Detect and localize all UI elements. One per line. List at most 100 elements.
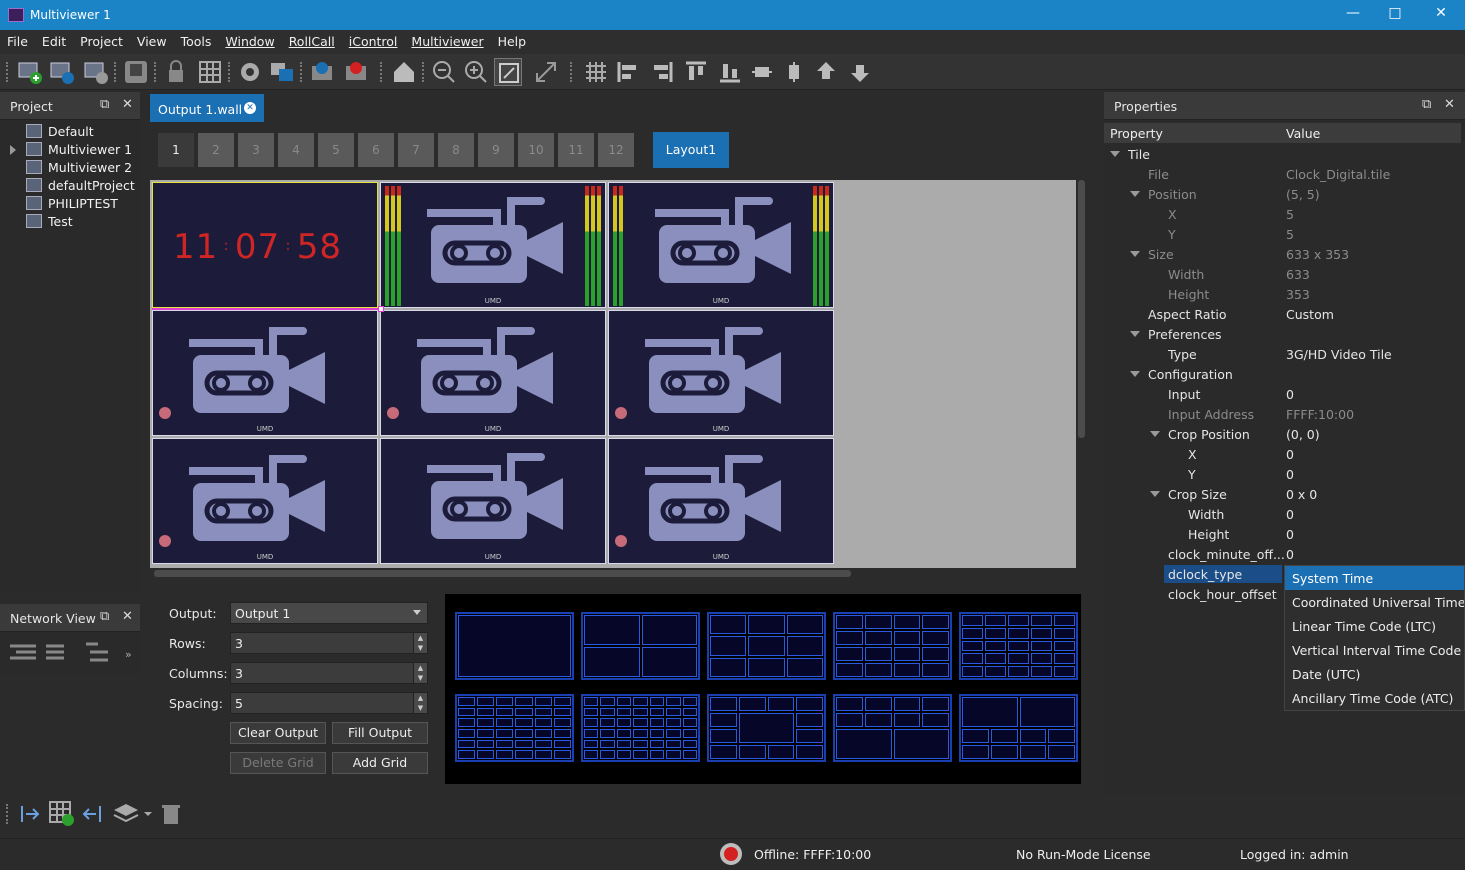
prop-value[interactable]: 0 bbox=[1286, 447, 1294, 467]
page-button-11[interactable]: 11 bbox=[558, 133, 594, 167]
toolbar-grip[interactable] bbox=[6, 804, 10, 824]
send-backward-icon[interactable] bbox=[846, 58, 874, 86]
clock-tile[interactable]: 11 : 07 : 58 bbox=[152, 182, 378, 308]
expand-tree-icon[interactable] bbox=[10, 644, 36, 660]
collapse-arrow-icon[interactable] bbox=[1130, 371, 1140, 377]
prop-row[interactable]: Width bbox=[1188, 507, 1224, 527]
prop-row[interactable]: Configuration bbox=[1148, 367, 1233, 387]
prop-row[interactable]: Width bbox=[1168, 267, 1204, 287]
page-button-9[interactable]: 9 bbox=[478, 133, 514, 167]
align-top-icon[interactable] bbox=[682, 58, 710, 86]
bring-forward-icon[interactable] bbox=[812, 58, 840, 86]
clock-type-option[interactable]: Coordinated Universal Time (U bbox=[1285, 590, 1464, 614]
menu-multiviewer[interactable]: Multiviewer bbox=[404, 30, 490, 49]
columns-spinbox[interactable]: 3 ▲ ▼ bbox=[230, 662, 428, 684]
gear-icon[interactable] bbox=[236, 58, 264, 86]
prop-row[interactable]: Input Address bbox=[1168, 407, 1254, 427]
preset-1x1[interactable] bbox=[455, 612, 574, 680]
center-vertical-icon[interactable] bbox=[780, 58, 808, 86]
menu-project[interactable]: Project bbox=[73, 30, 130, 49]
menu-icontrol[interactable]: iControl bbox=[342, 30, 405, 49]
project-item[interactable]: defaultProject bbox=[26, 178, 135, 196]
prop-row[interactable]: Crop Position bbox=[1168, 427, 1250, 447]
expand-arrow-icon[interactable] bbox=[10, 145, 16, 155]
page-button-5[interactable]: 5 bbox=[318, 133, 354, 167]
prop-row[interactable]: Preferences bbox=[1148, 327, 1222, 347]
resize-handle[interactable] bbox=[378, 306, 384, 312]
toolbar-grip[interactable] bbox=[228, 62, 232, 82]
prop-row[interactable]: Height bbox=[1168, 287, 1209, 307]
trash-icon[interactable] bbox=[160, 802, 182, 826]
video-wall-canvas[interactable]: 11 : 07 : 58 UMD UMD UMD UMD UMD UMD UMD… bbox=[150, 180, 1076, 568]
project-item[interactable]: PHILIPTEST bbox=[26, 196, 118, 214]
prop-value[interactable]: 0 bbox=[1286, 527, 1294, 547]
maximize-button[interactable]: □ bbox=[1380, 5, 1410, 25]
tab-output-wall[interactable]: Output 1.wall ✕ bbox=[150, 94, 264, 122]
close-panel-icon[interactable]: ✕ bbox=[122, 97, 133, 112]
menu-rollcall[interactable]: RollCall bbox=[282, 30, 342, 49]
prop-row[interactable]: clock_hour_offset bbox=[1168, 587, 1277, 607]
prop-row[interactable]: Input bbox=[1168, 387, 1200, 407]
prop-value[interactable]: Custom bbox=[1286, 307, 1334, 327]
layout-button[interactable]: Layout1 bbox=[653, 132, 729, 168]
lock-icon[interactable] bbox=[162, 58, 190, 86]
prop-row[interactable]: Height bbox=[1188, 527, 1229, 547]
prop-value[interactable]: 0 x 0 bbox=[1286, 487, 1317, 507]
page-button-3[interactable]: 3 bbox=[238, 133, 274, 167]
align-right-icon[interactable] bbox=[648, 58, 676, 86]
close-window-button[interactable]: ✕ bbox=[1426, 5, 1456, 25]
prop-row[interactable]: Crop Size bbox=[1168, 487, 1227, 507]
rows-spinbox[interactable]: 3 ▲ ▼ bbox=[230, 632, 428, 654]
toolbar-grip[interactable] bbox=[154, 62, 158, 82]
collapse-arrow-icon[interactable] bbox=[1130, 191, 1140, 197]
project-item[interactable]: Multiviewer 2 bbox=[26, 160, 132, 178]
minimize-button[interactable]: — bbox=[1338, 5, 1368, 25]
preset-center-large[interactable] bbox=[707, 694, 826, 762]
prop-row[interactable]: Y bbox=[1168, 227, 1176, 247]
prop-row[interactable]: Tile bbox=[1128, 147, 1150, 167]
collapse-arrow-icon[interactable] bbox=[1150, 491, 1160, 497]
video-tile[interactable]: UMD bbox=[380, 438, 606, 564]
menu-help[interactable]: Help bbox=[491, 30, 534, 49]
prop-row[interactable]: Y bbox=[1188, 467, 1196, 487]
home-icon[interactable] bbox=[390, 58, 418, 86]
tree-view-icon[interactable] bbox=[86, 642, 108, 662]
grid-icon[interactable] bbox=[196, 58, 224, 86]
spin-arrows-icon[interactable]: ▲ ▼ bbox=[413, 633, 427, 653]
align-bottom-icon[interactable] bbox=[716, 58, 744, 86]
prop-value[interactable]: 0 bbox=[1286, 387, 1294, 407]
preset-6x6[interactable] bbox=[455, 694, 574, 762]
prop-value[interactable]: (0, 0) bbox=[1286, 427, 1320, 447]
prop-row[interactable]: X bbox=[1168, 207, 1177, 227]
spacing-spinbox[interactable]: 5 ▲ ▼ bbox=[230, 692, 428, 714]
project-item[interactable]: Test bbox=[26, 214, 73, 232]
layers-dropdown-icon[interactable] bbox=[112, 802, 152, 826]
video-tile[interactable]: UMD bbox=[152, 438, 378, 564]
clock-type-option[interactable]: Vertical Interval Time Code (V bbox=[1285, 638, 1464, 662]
preset-5x5[interactable] bbox=[959, 612, 1078, 680]
upload-icon[interactable] bbox=[342, 58, 370, 86]
float-panel-icon[interactable]: ⧉ bbox=[100, 97, 109, 112]
clock-type-option[interactable]: System Time bbox=[1285, 566, 1464, 590]
fill-output-button[interactable]: Fill Output bbox=[332, 722, 428, 744]
menu-edit[interactable]: Edit bbox=[35, 30, 73, 49]
expand-icon[interactable] bbox=[532, 58, 560, 86]
prop-row[interactable]: Position bbox=[1148, 187, 1197, 207]
prop-row[interactable]: Type bbox=[1168, 347, 1197, 367]
clock-type-option[interactable]: Date (UTC) bbox=[1285, 662, 1464, 686]
clock-type-option[interactable]: Linear Time Code (LTC) bbox=[1285, 614, 1464, 638]
video-tile[interactable]: UMD bbox=[608, 182, 834, 308]
menu-window[interactable]: Window bbox=[218, 30, 281, 49]
project-item[interactable]: Default bbox=[26, 124, 94, 142]
page-button-4[interactable]: 4 bbox=[278, 133, 314, 167]
clear-output-button[interactable]: Clear Output bbox=[230, 722, 326, 744]
preset-3x3[interactable] bbox=[707, 612, 826, 680]
collapse-arrow-icon[interactable] bbox=[1150, 431, 1160, 437]
toolbar-grip[interactable] bbox=[422, 62, 426, 82]
page-button-6[interactable]: 6 bbox=[358, 133, 394, 167]
page-button-2[interactable]: 2 bbox=[198, 133, 234, 167]
prop-value[interactable]: 0 bbox=[1286, 547, 1294, 567]
tile-settings-icon[interactable] bbox=[48, 58, 76, 86]
prop-row[interactable]: clock_minute_off... bbox=[1168, 547, 1285, 567]
import-icon[interactable] bbox=[18, 802, 42, 826]
